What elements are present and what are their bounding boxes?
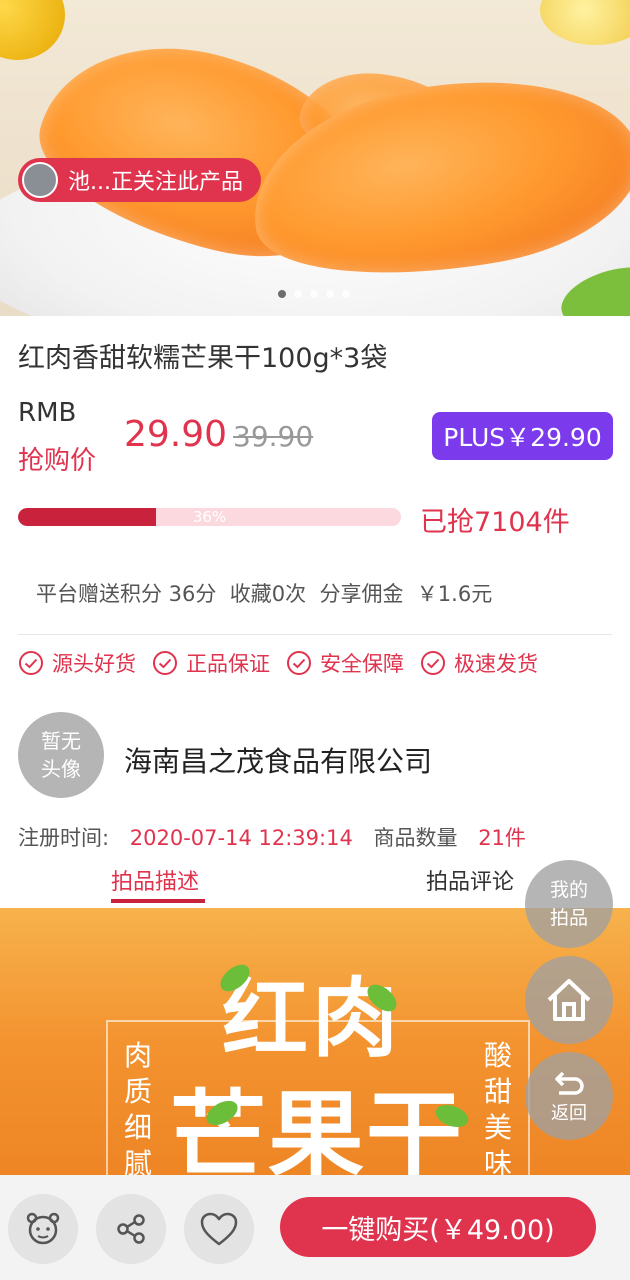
lemon-decor [540,0,630,45]
poster-right-vertical: 酸甜美味 [483,1039,512,1178]
tab-reviews[interactable]: 拍品评论 [426,864,514,896]
heart-icon [200,1212,238,1246]
divider [18,634,612,635]
fab-label: 我的 [549,879,588,901]
carousel-dots[interactable] [278,290,350,298]
original-price: 39.90 [233,420,314,453]
currency-label: RMB [18,398,77,428]
progress-label: 36% [192,508,227,526]
check-circle-icon [19,651,43,675]
back-arrow-icon [555,1071,584,1095]
follow-notice-pill: 池...正关注此产品 [18,158,261,202]
carousel-dot[interactable] [278,290,286,298]
home-button[interactable] [525,956,613,1044]
back-label: 返回 [551,1103,587,1124]
sales-progress-bar: 36% [18,508,401,526]
follow-notice-text: 池...正关注此产品 [68,170,243,195]
sold-count: 已抢7104件 [420,507,570,538]
product-title: 红肉香甜软糯芒果干100g*3袋 [18,343,388,374]
my-items-button[interactable]: 我的 拍品 [525,860,613,948]
feature-label: 正品保证 [186,652,270,676]
description-poster-image: 红肉 芒果干 肉质细腻 酸甜美味 [0,908,630,1178]
buy-now-button[interactable]: 一键购买(￥49.00) [280,1197,596,1257]
shop-name[interactable]: 海南昌之茂食品有限公司 [124,740,432,780]
poster-title-line1: 红肉 [222,968,402,1069]
reg-time-value: 2020-07-14 12:39:14 [129,826,353,850]
customer-service-button[interactable] [8,1194,78,1264]
buy-price-label: 抢购价 [18,446,97,476]
feature-item: 源头好货 [18,648,136,678]
feature-label: 极速发货 [454,652,538,676]
check-circle-icon [153,651,177,675]
share-button[interactable] [96,1194,166,1264]
feature-item: 正品保证 [152,648,270,678]
reg-time-label: 注册时间: [18,826,110,850]
lemon-decor [0,0,65,60]
item-count-label: 商品数量 [373,826,458,850]
favorite-button[interactable] [184,1194,254,1264]
plus-price-badge[interactable]: PLUS￥29.90 [432,412,613,460]
follower-avatar [22,162,58,198]
carousel-dot[interactable] [294,290,302,298]
poster-left-vertical: 肉质细腻 [123,1039,152,1178]
carousel-dot[interactable] [310,290,318,298]
check-circle-icon [287,651,311,675]
fab-label: 拍品 [549,907,588,929]
feature-label: 安全保障 [320,652,404,676]
check-circle-icon [421,651,445,675]
tab-description[interactable]: 拍品描述 [111,864,199,896]
feature-item: 安全保障 [286,648,404,678]
points-info-line: 平台赠送积分 36分 收藏0次 分享佣金 ￥1.6元 [36,582,493,606]
carousel-dot[interactable] [342,290,350,298]
shop-avatar[interactable]: 暂无 头像 [18,712,104,798]
current-price: 29.90 [124,414,228,455]
avatar-placeholder-text: 头像 [41,757,81,781]
shop-info-line: 注册时间: 2020-07-14 12:39:14 商品数量 21件 [18,822,526,852]
item-count-value: 21件 [478,826,526,850]
share-icon [117,1214,145,1244]
carousel-dot[interactable] [326,290,334,298]
feature-list: 源头好货 正品保证 安全保障 极速发货 [18,648,538,678]
feature-label: 源头好货 [52,652,136,676]
active-tab-indicator [111,899,205,903]
feature-item: 极速发货 [420,648,538,678]
home-icon [547,979,591,1021]
customer-service-icon [26,1212,60,1245]
avatar-placeholder-text: 暂无 [41,729,81,753]
back-button[interactable]: 返回 [525,1052,613,1140]
